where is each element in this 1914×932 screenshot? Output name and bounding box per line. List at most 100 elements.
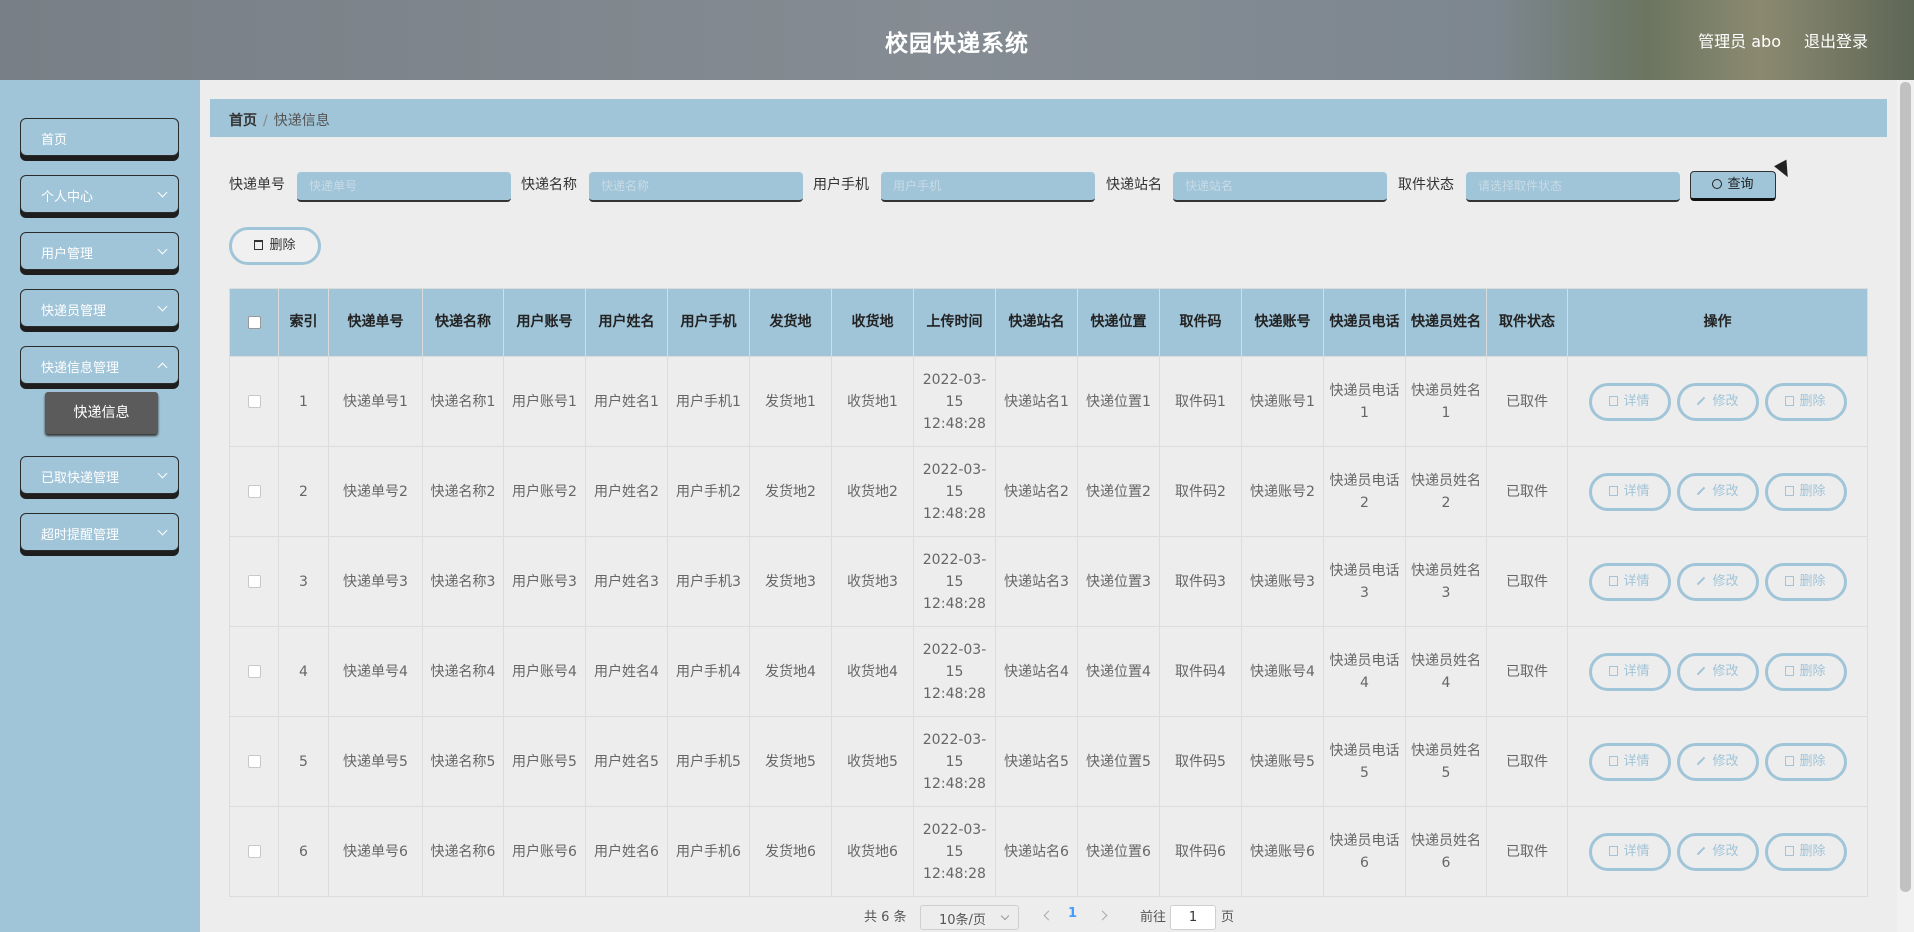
table-cell: 快递位置1	[1077, 356, 1160, 447]
table-cell: 用户手机3	[667, 536, 750, 627]
edit-pen-icon	[1697, 486, 1706, 495]
detail-button-label: 详情	[1623, 663, 1650, 679]
row-delete-button[interactable]: 删除	[1764, 832, 1847, 871]
row-actions-cell: 详情 修改 删除	[1567, 806, 1868, 897]
sidebar-item-express-info-management[interactable]: 快递信息管理	[20, 346, 179, 384]
edit-button[interactable]: 修改	[1676, 562, 1759, 601]
table-cell: 取件码5	[1159, 716, 1242, 807]
document-icon	[1609, 845, 1619, 856]
table-cell: 快递名称4	[422, 626, 504, 717]
pagination-total: 共 6 条	[864, 910, 907, 925]
search-icon	[1712, 179, 1723, 189]
table-cell: 发货地2	[749, 446, 832, 537]
search-select-pickup-status[interactable]	[1466, 172, 1680, 202]
row-checkbox[interactable]	[247, 845, 261, 858]
sidebar-item-home[interactable]: 首页	[20, 118, 179, 156]
row-delete-button[interactable]: 删除	[1764, 562, 1847, 601]
page-size-select[interactable]: 10条/页	[920, 905, 1019, 930]
detail-button-label: 详情	[1623, 393, 1650, 409]
sidebar-item-picked-management[interactable]: 已取快递管理	[20, 456, 179, 494]
table-cell: 已取件	[1486, 716, 1568, 807]
sidebar-item-label: 已取快递管理	[41, 471, 120, 486]
table-cell: 快递单号1	[328, 356, 423, 447]
table-cell: 2022-03-15 12:48:28	[913, 536, 996, 627]
edit-button[interactable]: 修改	[1676, 472, 1759, 511]
logout-link[interactable]: 退出登录	[1804, 28, 1868, 52]
column-header: 快递员姓名	[1405, 288, 1487, 357]
trash-icon	[254, 240, 264, 250]
edit-button[interactable]: 修改	[1676, 832, 1759, 871]
trash-icon	[1785, 665, 1795, 676]
search-input-station-name[interactable]	[1173, 172, 1387, 202]
document-icon	[1609, 665, 1619, 676]
row-checkbox[interactable]	[247, 755, 261, 768]
table-cell: 用户姓名4	[585, 626, 668, 717]
row-delete-button-label: 删除	[1799, 663, 1826, 679]
edit-button[interactable]: 修改	[1676, 742, 1759, 781]
row-delete-button-label: 删除	[1799, 393, 1826, 409]
table-cell: 用户账号1	[503, 356, 586, 447]
edit-button-label: 修改	[1712, 393, 1739, 409]
table-header-row: 索引 快递单号 快递名称 用户账号 用户姓名 用户手机 发货地 收货地 上传时间…	[229, 288, 1868, 357]
table-cell: 取件码3	[1159, 536, 1242, 627]
row-delete-button[interactable]: 删除	[1764, 382, 1847, 421]
document-icon	[1609, 395, 1619, 406]
table-cell: 取件码1	[1159, 356, 1242, 447]
edit-button-label: 修改	[1712, 753, 1739, 769]
detail-button-label: 详情	[1623, 483, 1650, 499]
row-checkbox[interactable]	[247, 575, 261, 588]
detail-button[interactable]: 详情	[1588, 472, 1671, 511]
goto-page-input[interactable]	[1170, 905, 1216, 930]
edit-button[interactable]: 修改	[1676, 382, 1759, 421]
search-input-user-phone[interactable]	[881, 172, 1095, 202]
prev-page-icon[interactable]	[1040, 907, 1054, 923]
page-scrollbar[interactable]	[1897, 80, 1914, 932]
table-cell: 用户姓名6	[585, 806, 668, 897]
table-cell: 发货地6	[749, 806, 832, 897]
detail-button[interactable]: 详情	[1588, 382, 1671, 421]
row-actions-cell: 详情 修改 删除	[1567, 536, 1868, 627]
row-checkbox[interactable]	[247, 665, 261, 678]
chevron-down-icon	[157, 244, 168, 255]
row-actions-cell: 详情 修改 删除	[1567, 626, 1868, 717]
table-cell: 用户姓名1	[585, 356, 668, 447]
sidebar-item-courier-management[interactable]: 快递员管理	[20, 289, 179, 327]
table-cell: 用户手机2	[667, 446, 750, 537]
table-cell: 已取件	[1486, 536, 1568, 627]
table-cell: 用户手机1	[667, 356, 750, 447]
edit-pen-icon	[1697, 756, 1706, 765]
trash-icon	[1785, 485, 1795, 496]
row-checkbox[interactable]	[247, 395, 261, 408]
detail-button[interactable]: 详情	[1588, 652, 1671, 691]
row-checkbox[interactable]	[247, 485, 261, 498]
sidebar-item-timeout-reminder[interactable]: 超时提醒管理	[20, 513, 179, 551]
search-input-express-name[interactable]	[589, 172, 803, 202]
page-number-current[interactable]: 1	[1068, 906, 1077, 921]
query-button[interactable]: 查询	[1690, 171, 1776, 201]
next-page-icon[interactable]	[1096, 907, 1110, 923]
select-all-checkbox[interactable]	[247, 315, 261, 329]
detail-button[interactable]: 详情	[1588, 562, 1671, 601]
sidebar-subitem-express-info[interactable]: 快递信息	[45, 392, 158, 434]
table-cell: 快递员电话2	[1323, 446, 1406, 537]
table-cell: 用户账号2	[503, 446, 586, 537]
batch-delete-button[interactable]: 删除	[229, 227, 321, 265]
sidebar-item-user-management[interactable]: 用户管理	[20, 232, 179, 270]
edit-button-label: 修改	[1712, 573, 1739, 589]
table-cell: 快递员姓名2	[1405, 446, 1487, 537]
row-delete-button[interactable]: 删除	[1764, 472, 1847, 511]
row-delete-button[interactable]: 删除	[1764, 742, 1847, 781]
table-cell: 用户账号3	[503, 536, 586, 627]
detail-button[interactable]: 详情	[1588, 832, 1671, 871]
row-delete-button[interactable]: 删除	[1764, 652, 1847, 691]
sidebar-item-label: 首页	[41, 133, 68, 148]
detail-button[interactable]: 详情	[1588, 742, 1671, 781]
breadcrumb-home[interactable]: 首页	[229, 113, 257, 129]
table-cell: 用户手机4	[667, 626, 750, 717]
admin-user-label: 管理员 abo	[1698, 32, 1781, 51]
table-cell: 用户手机6	[667, 806, 750, 897]
edit-button[interactable]: 修改	[1676, 652, 1759, 691]
search-input-tracking-no[interactable]	[297, 172, 511, 202]
sidebar-item-personal-center[interactable]: 个人中心	[20, 175, 179, 213]
scrollbar-thumb[interactable]	[1900, 82, 1911, 892]
